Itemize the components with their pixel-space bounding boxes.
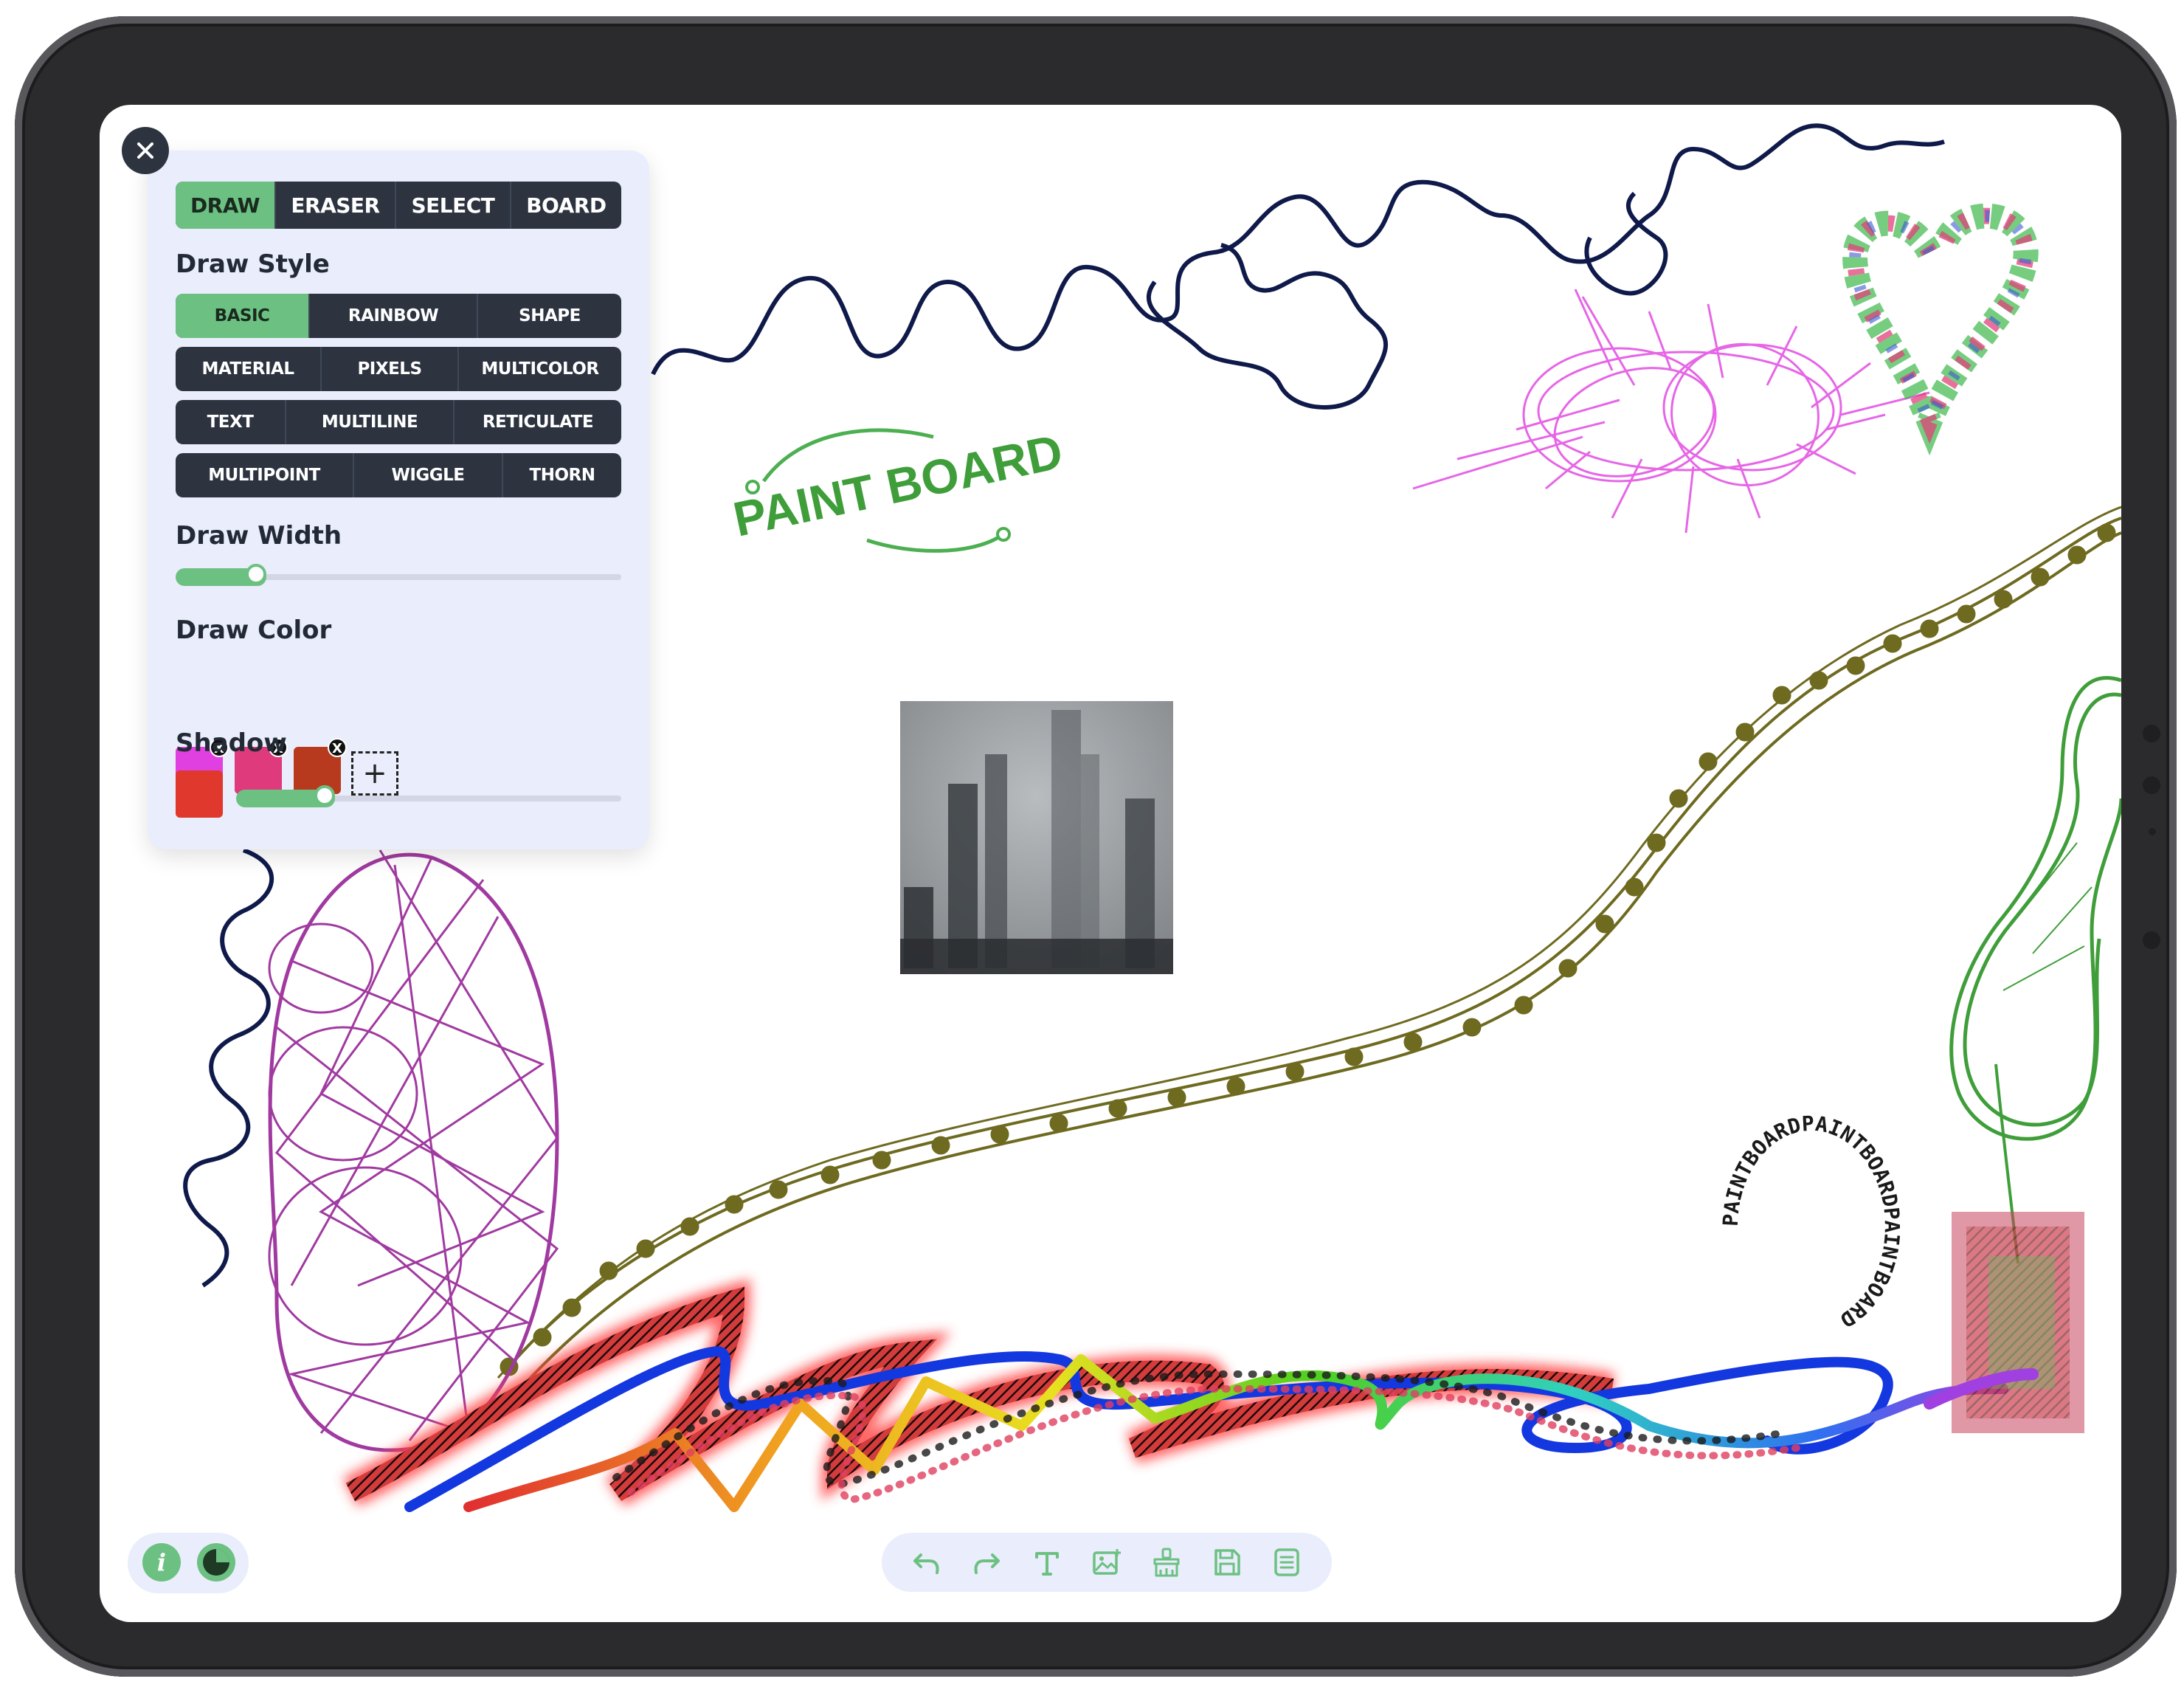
cursor-toggle-button[interactable] xyxy=(197,1543,235,1582)
undo-button[interactable] xyxy=(905,1540,949,1584)
thorn-scribble xyxy=(1412,289,1930,534)
bottom-toolbar xyxy=(882,1533,1332,1592)
draw-style-title: Draw Style xyxy=(176,249,330,279)
shadow-title: Shadow xyxy=(176,728,287,758)
reticulate-stroke xyxy=(268,849,559,1452)
image-icon xyxy=(1093,1549,1121,1575)
style-pixels[interactable]: PIXELS xyxy=(322,347,459,391)
tab-eraser[interactable]: ERASER xyxy=(276,182,397,229)
clear-icon xyxy=(1153,1548,1180,1577)
tool-panel: DRAW ERASER SELECT BOARD Draw Style BASI… xyxy=(148,151,649,849)
device-side-button xyxy=(2143,776,2160,794)
info-pill: i xyxy=(128,1533,249,1593)
draw-style-row: MATERIAL PIXELS MULTICOLOR xyxy=(176,347,621,391)
style-multicolor[interactable]: MULTICOLOR xyxy=(459,347,621,391)
draw-width-title: Draw Width xyxy=(176,521,342,551)
shadow-color-swatch[interactable] xyxy=(176,770,223,818)
wiggle-stroke xyxy=(183,848,274,1288)
style-basic[interactable]: BASIC xyxy=(176,294,310,338)
paint-board-logo: PAINT BOARD xyxy=(729,424,1068,553)
close-icon xyxy=(137,142,153,159)
tab-board[interactable]: BOARD xyxy=(511,182,621,229)
style-multiline[interactable]: MULTILINE xyxy=(286,400,455,444)
circular-text-stroke: PAINTBOARDPAINTBOARDPAINTBOARD xyxy=(1718,1111,1904,1333)
style-reticulate[interactable]: RETICULATE xyxy=(455,400,621,444)
info-button[interactable]: i xyxy=(142,1543,181,1582)
heart-shape-stroke xyxy=(1842,203,2039,456)
undo-icon xyxy=(913,1553,939,1574)
mode-tabs: DRAW ERASER SELECT BOARD xyxy=(176,182,621,229)
remove-color-icon[interactable]: X xyxy=(328,738,347,757)
style-rainbow[interactable]: RAINBOW xyxy=(310,294,478,338)
add-image-button[interactable] xyxy=(1085,1540,1129,1584)
add-text-button[interactable] xyxy=(1025,1540,1069,1584)
save-icon xyxy=(1214,1549,1240,1576)
save-button[interactable] xyxy=(1205,1540,1249,1584)
pixels-stroke xyxy=(1952,1212,2084,1433)
style-multipoint[interactable]: MULTIPOINT xyxy=(176,453,354,497)
style-shape[interactable]: SHAPE xyxy=(478,294,621,338)
shadow-slider[interactable] xyxy=(236,785,621,807)
inserted-photo[interactable] xyxy=(900,701,1173,974)
device-camera-dot xyxy=(2149,828,2156,835)
logo-text: PAINT BOARD xyxy=(729,424,1068,547)
redo-icon xyxy=(974,1553,1001,1574)
circular-text: PAINTBOARDPAINTBOARDPAINTBOARD xyxy=(1718,1111,1904,1333)
history-list-button[interactable] xyxy=(1265,1540,1309,1584)
device-side-button xyxy=(2143,725,2160,742)
style-thorn[interactable]: THORN xyxy=(503,453,621,497)
tab-select[interactable]: SELECT xyxy=(396,182,511,229)
redo-button[interactable] xyxy=(964,1540,1009,1584)
svg-text:PAINTBOARDPAINTBOARDPAINTBOARD: PAINTBOARDPAINTBOARDPAINTBOARD xyxy=(1718,1111,1904,1333)
add-color-button[interactable]: + xyxy=(351,751,398,796)
drawing-board-screen[interactable]: PAINTBOARDPAINTBOARDPAINTBOARD PAINT BOA… xyxy=(100,105,2121,1622)
draw-width-slider-knob[interactable] xyxy=(246,564,266,584)
tab-draw[interactable]: DRAW xyxy=(176,182,276,229)
clean-board-button[interactable] xyxy=(1144,1540,1189,1584)
multiline-stroke xyxy=(1949,676,2121,1264)
device-side-button xyxy=(2143,931,2160,949)
draw-style-row: MULTIPOINT WIGGLE THORN xyxy=(176,453,621,497)
wiggle-stroke xyxy=(1584,191,1668,296)
cursor-icon xyxy=(203,1549,229,1576)
close-panel-button[interactable] xyxy=(122,127,169,174)
style-text[interactable]: TEXT xyxy=(176,400,286,444)
draw-color-title: Draw Color xyxy=(176,615,332,645)
draw-style-row: TEXT MULTILINE RETICULATE xyxy=(176,400,621,444)
style-wiggle[interactable]: WIGGLE xyxy=(354,453,503,497)
draw-width-slider[interactable] xyxy=(176,564,621,586)
draw-style-row: BASIC RAINBOW SHAPE xyxy=(176,294,621,338)
list-icon xyxy=(1274,1548,1299,1576)
style-material[interactable]: MATERIAL xyxy=(176,347,322,391)
ipad-device-frame: PAINTBOARDPAINTBOARDPAINTBOARD PAINT BOA… xyxy=(15,16,2177,1677)
text-icon xyxy=(1034,1552,1059,1576)
wiggle-stroke xyxy=(651,123,1945,376)
shadow-slider-knob[interactable] xyxy=(314,785,335,806)
